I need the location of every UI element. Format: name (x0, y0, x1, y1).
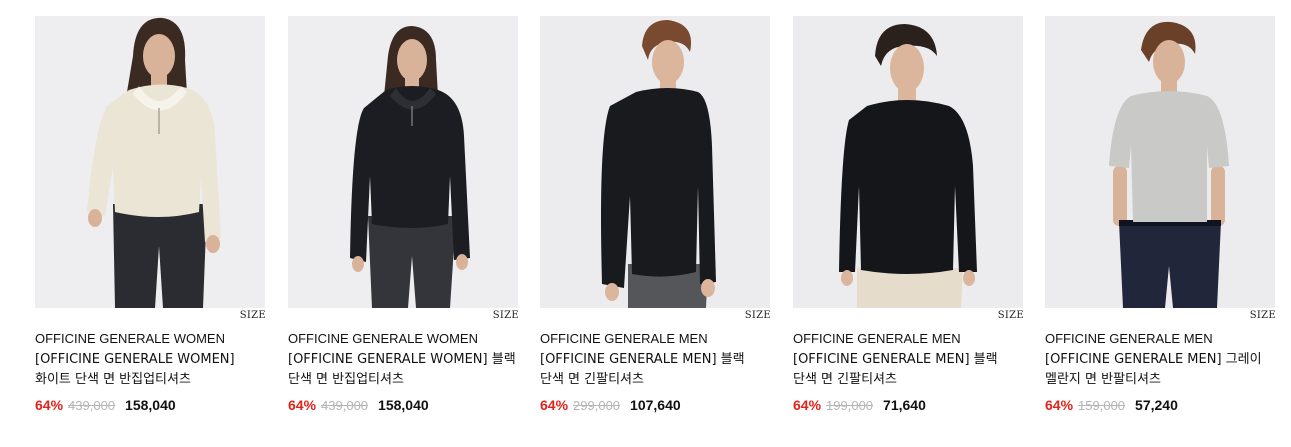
price-row: 64% 439,000 158,040 (35, 397, 176, 413)
product-image[interactable] (540, 16, 770, 308)
original-price: 199,000 (826, 398, 874, 413)
sale-price: 107,640 (630, 397, 681, 413)
original-price: 439,000 (68, 398, 116, 413)
sale-price: 158,040 (125, 397, 176, 413)
product-name[interactable]: [OFFICINE GENERALE WOMEN] 화이트 단색 면 반집업티셔… (35, 350, 263, 390)
size-label[interactable]: SIZE (493, 310, 519, 321)
price-row: 64% 199,000 71,640 (793, 397, 926, 413)
original-price: 439,000 (321, 398, 369, 413)
discount-rate: 64% (35, 397, 64, 413)
discount-rate: 64% (793, 397, 822, 413)
discount-rate: 64% (540, 397, 569, 413)
price-row: 64% 439,000 158,040 (288, 397, 429, 413)
product-name[interactable]: [OFFICINE GENERALE WOMEN] 블랙 단색 면 반집업티셔츠 (288, 350, 516, 390)
product-name[interactable]: [OFFICINE GENERALE MEN] 그레이 멜란지 면 반팔티셔츠 (1045, 350, 1273, 390)
product-image[interactable] (288, 16, 518, 308)
size-label[interactable]: SIZE (998, 310, 1024, 321)
product-name[interactable]: [OFFICINE GENERALE MEN] 블랙 단색 면 긴팔티셔츠 (793, 350, 1021, 390)
product-image[interactable] (1045, 16, 1275, 308)
sale-price: 57,240 (1135, 397, 1178, 413)
product-image[interactable] (793, 16, 1023, 308)
sale-price: 158,040 (378, 397, 429, 413)
size-label[interactable]: SIZE (745, 310, 771, 321)
discount-rate: 64% (1045, 397, 1074, 413)
size-label[interactable]: SIZE (240, 310, 266, 321)
brand-name[interactable]: OFFICINE GENERALE MEN (540, 331, 708, 346)
brand-name[interactable]: OFFICINE GENERALE MEN (793, 331, 961, 346)
discount-rate: 64% (288, 397, 317, 413)
original-price: 299,000 (573, 398, 621, 413)
sale-price: 71,640 (883, 397, 926, 413)
price-row: 64% 299,000 107,640 (540, 397, 681, 413)
product-name[interactable]: [OFFICINE GENERALE MEN] 블랙 단색 면 긴팔티셔츠 (540, 350, 768, 390)
price-row: 64% 159,000 57,240 (1045, 397, 1178, 413)
product-image[interactable] (35, 16, 265, 308)
original-price: 159,000 (1078, 398, 1126, 413)
brand-name[interactable]: OFFICINE GENERALE WOMEN (35, 331, 225, 346)
brand-name[interactable]: OFFICINE GENERALE MEN (1045, 331, 1213, 346)
brand-name[interactable]: OFFICINE GENERALE WOMEN (288, 331, 478, 346)
size-label[interactable]: SIZE (1250, 310, 1276, 321)
